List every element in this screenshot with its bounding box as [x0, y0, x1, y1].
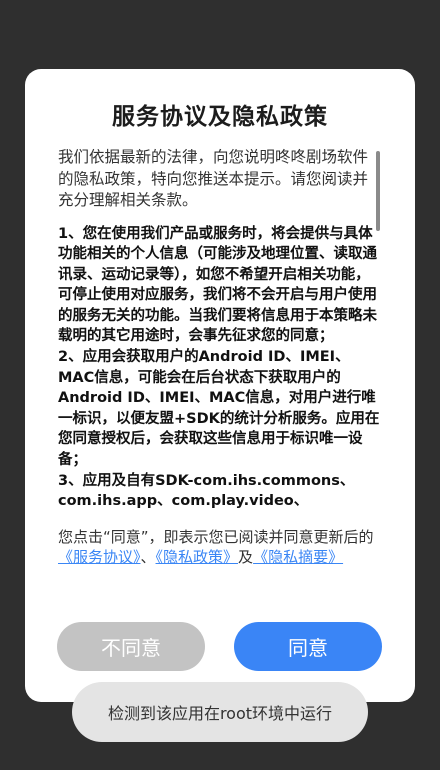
- policy-term-3: 3、应用及自有SDK-com.ihs.commons、com.ihs.app、c…: [58, 472, 355, 510]
- policy-scroll-area[interactable]: 我们依据最新的法律，向您说明咚咚剧场软件的隐私政策，特向您推送本提示。请您阅读并…: [58, 147, 380, 513]
- policy-term-2: 2、应用会获取用户的Android ID、IMEI、MAC信息，可能会在后台状态…: [58, 349, 380, 469]
- privacy-summary-link[interactable]: 《隐私摘要》: [253, 548, 343, 566]
- policy-terms: 1、您在使用我们产品或服务时，将会提供与具体功能相关的个人信息（可能涉及地理位置…: [58, 224, 380, 512]
- policy-intro: 我们依据最新的法律，向您说明咚咚剧场软件的隐私政策，特向您推送本提示。请您阅读并…: [58, 148, 369, 209]
- privacy-policy-link[interactable]: 《隐私政策》: [156, 548, 239, 566]
- consent-separator: 、: [140, 548, 156, 566]
- root-warning-toast: 检测到该应用在root环境中运行: [72, 682, 368, 742]
- disagree-button[interactable]: 不同意: [57, 622, 205, 671]
- privacy-dialog: 服务协议及隐私政策 我们依据最新的法律，向您说明咚咚剧场软件的隐私政策，特向您推…: [25, 69, 415, 702]
- agree-button[interactable]: 同意: [234, 622, 382, 671]
- policy-term-1: 1、您在使用我们产品或服务时，将会提供与具体功能相关的个人信息（可能涉及地理位置…: [58, 225, 377, 345]
- consent-and: 及: [238, 548, 254, 566]
- service-agreement-link[interactable]: 《服务协议》: [58, 548, 141, 566]
- consent-prefix: 您点击“同意”，即表示您已阅读并同意更新后的: [58, 528, 374, 546]
- dialog-title: 服务协议及隐私政策: [112, 104, 328, 130]
- consent-text: 您点击“同意”，即表示您已阅读并同意更新后的《服务协议》、《隐私政策》及《隐私摘…: [58, 527, 380, 567]
- scrollbar-thumb[interactable]: [376, 151, 380, 231]
